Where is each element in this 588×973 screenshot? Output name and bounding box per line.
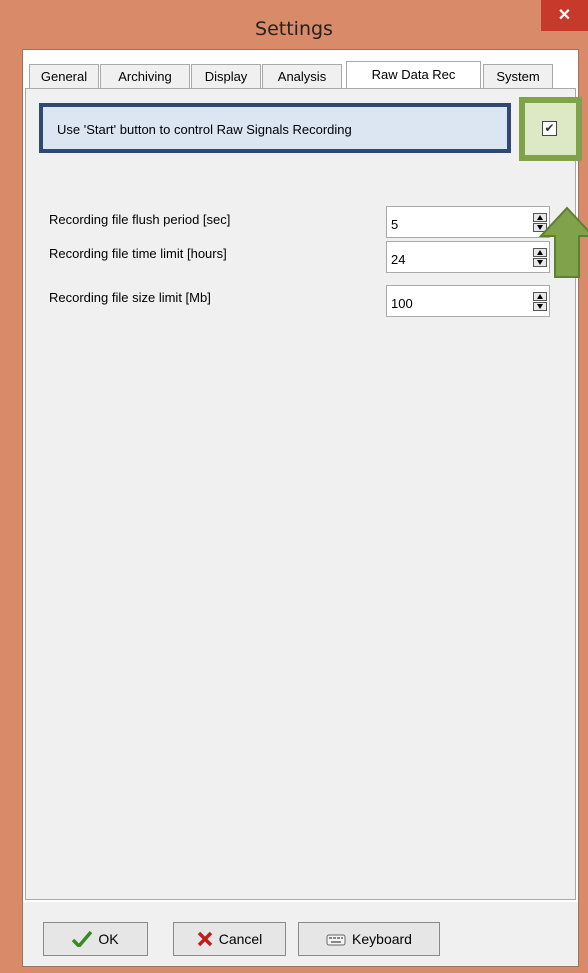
tab-system[interactable]: System — [483, 64, 553, 88]
window-title: Settings — [255, 18, 333, 40]
start-control-label: Use 'Start' button to control Raw Signal… — [57, 122, 352, 137]
flush-period-spinner[interactable]: 5 — [386, 206, 550, 238]
raw-data-rec-panel: Use 'Start' button to control Raw Signal… — [25, 88, 588, 900]
tab-analysis[interactable]: Analysis — [262, 64, 342, 88]
size-limit-value[interactable]: 100 — [391, 296, 413, 311]
ok-button[interactable]: OK — [43, 922, 148, 956]
tab-display[interactable]: Display — [191, 64, 261, 88]
size-limit-label: Recording file size limit [Mb] — [49, 290, 211, 305]
start-control-highlight: ✔ — [519, 97, 582, 161]
time-limit-value[interactable]: 24 — [391, 252, 405, 267]
time-limit-label: Recording file time limit [hours] — [49, 246, 227, 261]
size-limit-spinner[interactable]: 100 — [386, 285, 550, 317]
annotation-arrow-icon — [539, 206, 588, 278]
keyboard-label: Keyboard — [352, 931, 412, 947]
dialog-body: General Archiving Display Analysis Raw D… — [22, 49, 588, 967]
keyboard-icon — [326, 931, 346, 947]
cancel-label: Cancel — [218, 931, 263, 947]
flush-period-label: Recording file flush period [sec] — [49, 212, 231, 227]
tab-archiving[interactable]: Archiving — [100, 64, 190, 88]
flush-period-value[interactable]: 5 — [391, 217, 398, 232]
close-icon: ✕ — [557, 7, 572, 24]
spin-down-button[interactable] — [533, 302, 547, 311]
spin-up-button[interactable] — [533, 292, 547, 301]
keyboard-button[interactable]: Keyboard — [298, 922, 440, 956]
tab-general[interactable]: General — [29, 64, 99, 88]
close-button[interactable]: ✕ — [541, 0, 588, 31]
arrow-up-icon — [537, 294, 543, 299]
tab-bar: General Archiving Display Analysis Raw D… — [23, 61, 578, 89]
time-limit-spinner[interactable]: 24 — [386, 241, 550, 273]
settings-window: Settings ✕ General Archiving Display Ana… — [0, 0, 588, 973]
checkmark-icon — [72, 931, 93, 947]
x-icon — [197, 931, 213, 947]
title-bar[interactable]: Settings ✕ — [0, 0, 588, 47]
start-control-checkbox[interactable]: ✔ — [542, 121, 557, 136]
tab-raw-data-rec[interactable]: Raw Data Rec — [346, 61, 481, 89]
start-control-box: Use 'Start' button to control Raw Signal… — [39, 103, 511, 153]
arrow-down-icon — [537, 304, 543, 309]
ok-label: OK — [98, 931, 119, 947]
cancel-button[interactable]: Cancel — [173, 922, 286, 956]
button-bar: OK Cancel Keyboard — [23, 902, 578, 966]
